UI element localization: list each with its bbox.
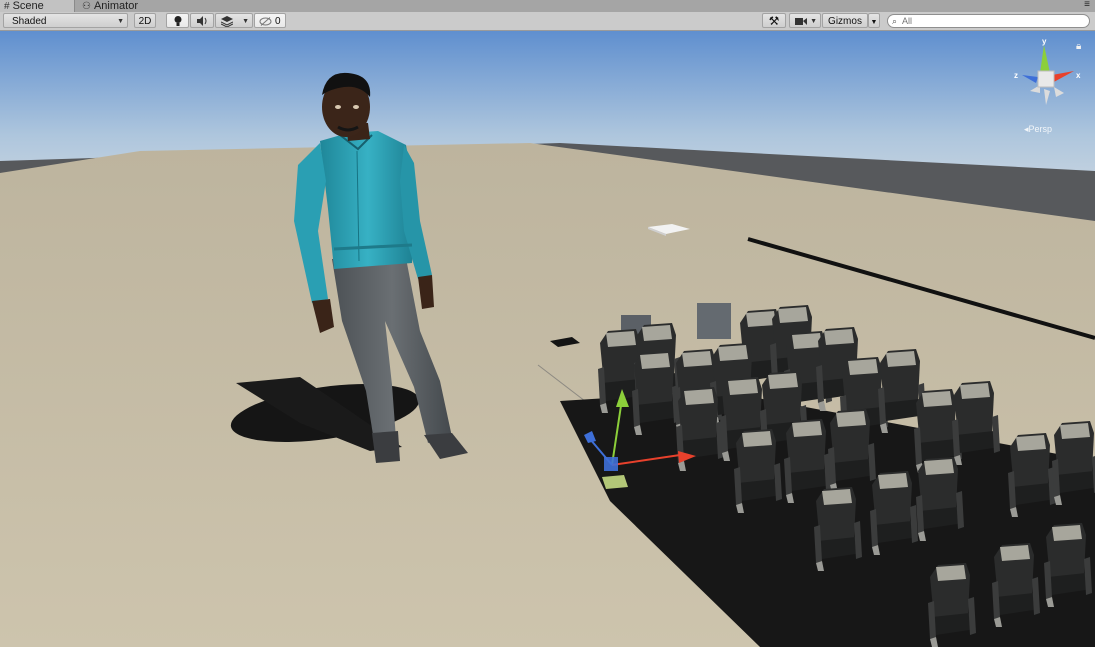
search-icon: ⌕: [892, 16, 898, 26]
camera-icon: [795, 18, 807, 25]
lighting-toggle[interactable]: [166, 13, 189, 28]
tab-scene[interactable]: # Scene: [0, 0, 75, 12]
eye-slash-icon: [259, 17, 272, 26]
scene-viewport[interactable]: y x z 🔒︎ ◂Persp: [0, 31, 1095, 647]
gizmos-dropdown[interactable]: ▼: [868, 13, 880, 28]
draw-mode-dropdown[interactable]: Shaded ▼: [3, 13, 128, 28]
search-input[interactable]: [902, 16, 1082, 26]
axis-label-z: z: [1014, 71, 1018, 80]
chevron-down-icon: ▼: [870, 19, 878, 26]
speaker-icon: [197, 16, 207, 26]
scene-tools-button[interactable]: ⚒: [762, 13, 786, 28]
chevron-down-icon: ▼: [242, 18, 249, 25]
scene-toolbar: Shaded ▼ 2D ▼ 0 ⚒ ▼ Gizmos ▼ ⌕: [0, 12, 1095, 31]
scene-search-field[interactable]: ⌕: [887, 14, 1090, 28]
toggle-2d-button[interactable]: 2D: [134, 13, 156, 28]
axis-label-y: y: [1042, 37, 1047, 46]
effects-dropdown[interactable]: ▼: [215, 13, 253, 28]
hidden-objects-toggle[interactable]: 0: [254, 13, 286, 28]
camera-settings-dropdown[interactable]: ▼: [789, 13, 821, 28]
chevron-down-icon: ▼: [117, 18, 124, 25]
crossed-tools-icon: ⚒: [768, 14, 780, 28]
scene-render: [0, 31, 1095, 647]
gizmos-button[interactable]: Gizmos: [822, 13, 868, 28]
lightbulb-icon: [174, 16, 181, 26]
axis-label-x: x: [1076, 71, 1081, 80]
layers-effects-icon: [220, 16, 234, 28]
tab-animator[interactable]: ⚇ Animator: [78, 0, 144, 12]
chevron-down-icon: ▼: [810, 18, 817, 25]
panel-menu-icon[interactable]: ≡: [1084, 0, 1090, 10]
audio-toggle[interactable]: [190, 13, 214, 28]
hash-grid-icon: #: [4, 1, 10, 12]
animator-icon: ⚇: [82, 1, 91, 12]
lock-icon[interactable]: 🔒︎: [1076, 41, 1081, 52]
projection-toggle[interactable]: ◂Persp: [1024, 124, 1052, 135]
